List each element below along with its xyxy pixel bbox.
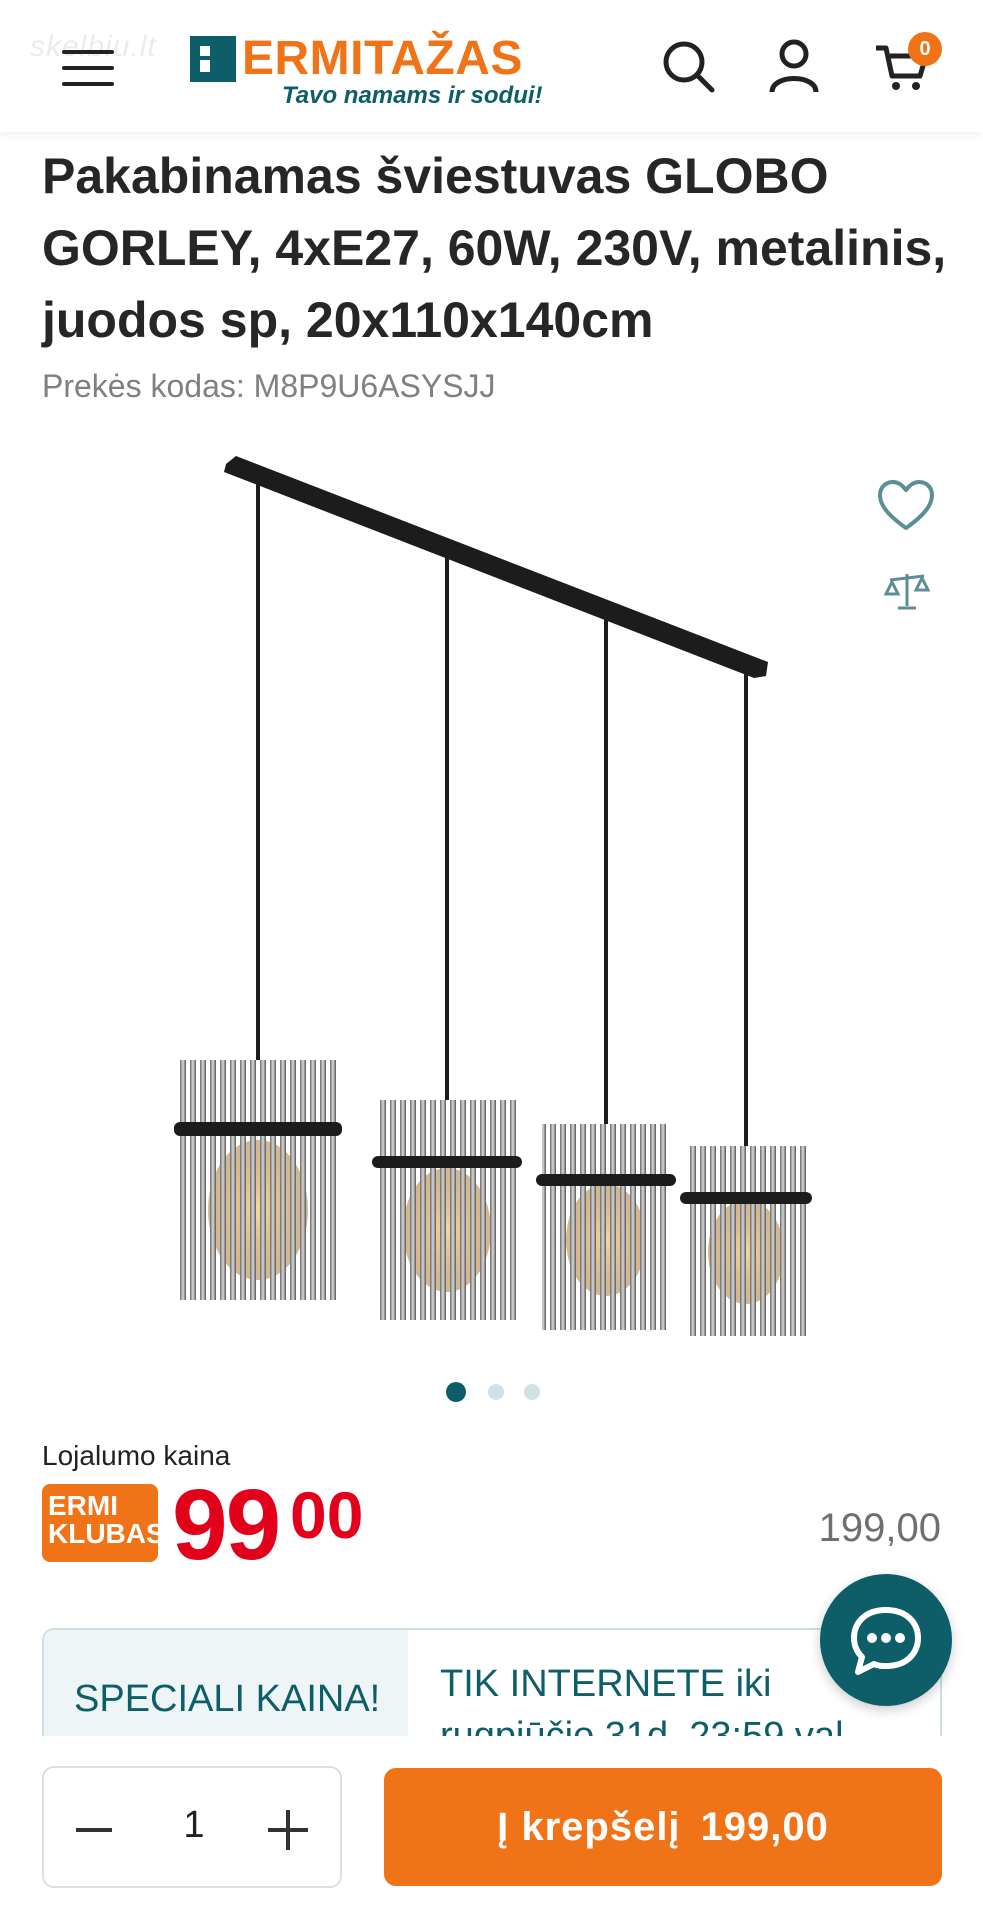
product-image[interactable]: [140, 440, 840, 1360]
header: skelbiu.lt ERMITAŽAS Tavo namams ir sodu…: [0, 0, 983, 132]
logo-mark: [190, 36, 236, 82]
badge-line-2: KLUBAS: [48, 1518, 165, 1549]
logo[interactable]: ERMITAŽAS Tavo namams ir sodui!: [190, 30, 570, 110]
compare-scale-icon[interactable]: [883, 570, 931, 612]
product-sku: Prekės kodas: M8P9U6ASYSJJ: [42, 368, 496, 404]
badge-line-1: ERMI: [48, 1490, 118, 1521]
logo-tagline: Tavo namams ir sodui!: [282, 82, 543, 109]
loyalty-price-main: 99: [172, 1469, 281, 1581]
quantity-stepper: 1: [42, 1766, 342, 1888]
quantity-increase-button[interactable]: [266, 1808, 310, 1852]
logo-name: ERMITAŽAS: [242, 32, 523, 85]
special-label: SPECIALI KAINA!: [74, 1678, 381, 1720]
add-to-cart-button[interactable]: Į krepšelį 199,00: [384, 1768, 942, 1886]
gallery-dots: [440, 1382, 550, 1406]
gallery-dot-3[interactable]: [524, 1384, 540, 1400]
add-to-cart-price: 199,00: [700, 1805, 829, 1849]
chat-icon[interactable]: [820, 1574, 952, 1706]
menu-icon[interactable]: [62, 48, 114, 88]
gallery-dot-1[interactable]: [446, 1382, 466, 1402]
gallery-dot-2[interactable]: [488, 1384, 504, 1400]
user-icon[interactable]: [764, 36, 824, 96]
ermi-klubas-badge: ERMI KLUBAS: [42, 1484, 165, 1562]
loyalty-price-label: Lojalumo kaina: [42, 1440, 231, 1471]
regular-price: 199,00: [818, 1506, 941, 1550]
cart-count-badge: 0: [908, 32, 942, 66]
loyalty-price-cents: 00: [290, 1478, 364, 1552]
add-to-cart-label: Į krepšelį: [497, 1805, 681, 1849]
product-title: Pakabinamas šviestuvas GLOBO GORLEY, 4xE…: [42, 148, 947, 348]
quantity-decrease-button[interactable]: [72, 1808, 116, 1852]
heart-icon[interactable]: [876, 478, 936, 534]
quantity-value[interactable]: 1: [154, 1804, 234, 1847]
search-icon[interactable]: [658, 36, 718, 96]
cart-icon[interactable]: 0: [872, 32, 942, 96]
bottom-action-bar: 1 Į krepšelį 199,00: [0, 1736, 983, 1920]
